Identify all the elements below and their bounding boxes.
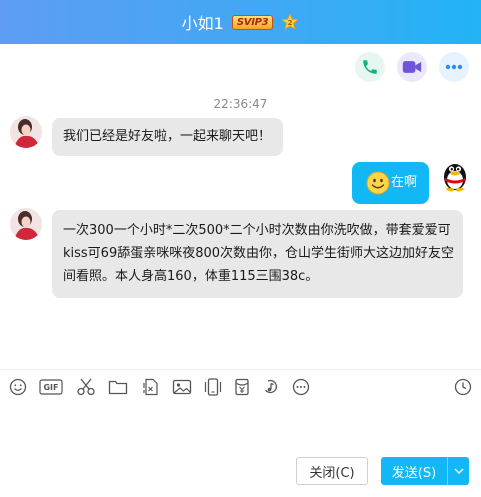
crown-icon: 2 [281, 13, 300, 31]
phone-icon [363, 60, 377, 74]
gif-label: GIF [43, 382, 59, 392]
close-button[interactable]: 关闭(C) [296, 457, 368, 485]
title-bar: 小如1 SVIP3 2 [0, 0, 481, 44]
document-button[interactable] [140, 375, 162, 399]
input-toolbar: GIF [0, 375, 481, 399]
image-icon [172, 379, 192, 395]
message-line: 间看照。本人身高160，体重115三围38c。 [63, 269, 319, 284]
my-avatar[interactable] [438, 158, 472, 192]
more-icon [292, 378, 310, 396]
history-button[interactable] [452, 375, 474, 399]
doc-icon [143, 378, 158, 396]
music-icon [264, 379, 278, 394]
more-tools-button[interactable] [290, 375, 312, 399]
red-packet-button[interactable] [231, 375, 253, 399]
phone-screen-icon [204, 378, 222, 396]
message-bubble-incoming: 一次300一个小时*二次500*二个小时次数由你洗吹做，带套爱爱可 kiss可6… [52, 210, 463, 298]
send-options-button[interactable] [447, 457, 469, 485]
emoji-button[interactable] [7, 375, 29, 399]
image-button[interactable] [171, 375, 193, 399]
message-text: 在啊 [391, 175, 418, 190]
smile-emoji-icon [366, 171, 390, 195]
message-bubble-incoming: 我们已经是好友啦，一起来聊天吧！ [52, 118, 283, 156]
screenshot-button[interactable] [75, 375, 97, 399]
peer-avatar[interactable] [10, 116, 42, 148]
scissors-icon [77, 378, 95, 396]
svg-text:2: 2 [288, 19, 293, 27]
message-bubble-outgoing: 在啊 [352, 162, 429, 204]
message-text: 我们已经是好友啦，一起来聊天吧！ [63, 129, 272, 144]
send-button[interactable]: 发送(S) [381, 457, 447, 485]
contact-name: 小如1 [181, 14, 224, 33]
more-dots-icon [445, 64, 463, 70]
emoji-icon [9, 378, 27, 396]
history-clock-icon [454, 378, 472, 396]
message-line: kiss可69舔蛋亲咪咪夜800次数由你，仓山学生街师大这边加好友空 [63, 246, 455, 261]
folder-icon [108, 380, 128, 395]
voice-call-button[interactable] [355, 52, 385, 82]
file-button[interactable] [107, 375, 129, 399]
gif-button[interactable]: GIF [39, 375, 63, 399]
video-call-button[interactable] [397, 52, 427, 82]
music-button[interactable] [260, 375, 282, 399]
vip-badge: SVIP3 [231, 14, 274, 30]
screen-share-button[interactable] [202, 375, 224, 399]
message-timestamp: 22:36:47 [213, 97, 268, 111]
more-options-button[interactable] [439, 52, 469, 82]
input-divider [0, 369, 481, 370]
chevron-down-icon [454, 468, 463, 474]
peer-avatar[interactable] [10, 208, 42, 240]
red-packet-icon [235, 378, 249, 396]
message-line: 一次300一个小时*二次500*二个小时次数由你洗吹做，带套爱爱可 [63, 223, 451, 238]
video-camera-icon [402, 61, 422, 73]
